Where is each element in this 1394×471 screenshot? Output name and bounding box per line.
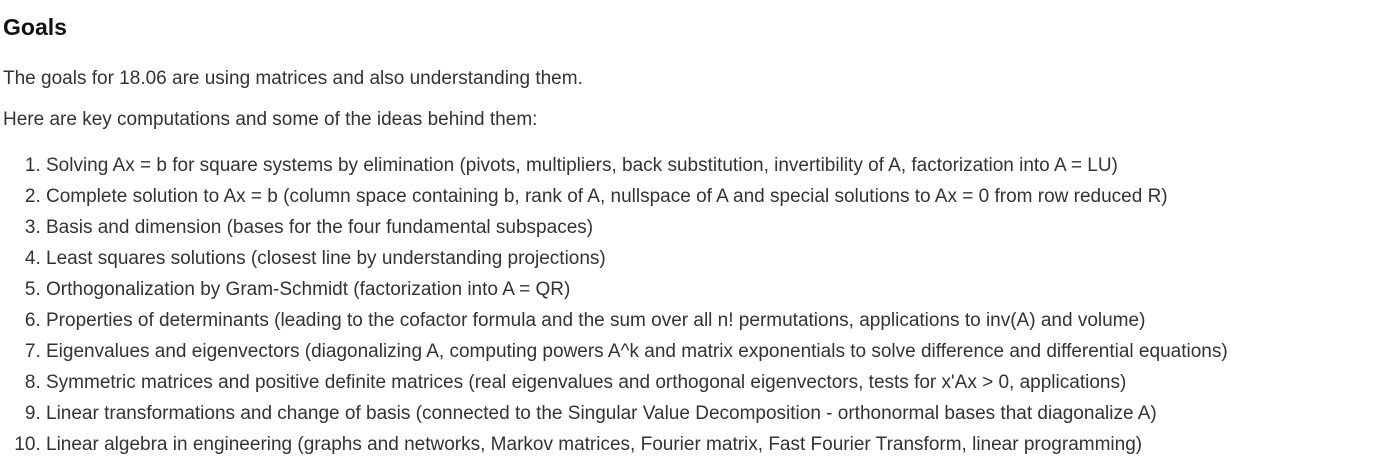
list-item: Linear transformations and change of bas… [46, 398, 1394, 429]
section-heading: Goals [3, 14, 67, 40]
lead-paragraph: Here are key computations and some of th… [3, 109, 538, 130]
intro-paragraph: The goals for 18.06 are using matrices a… [3, 68, 583, 89]
computations-list: Solving Ax = b for square systems by eli… [3, 150, 1394, 460]
list-item: Properties of determinants (leading to t… [46, 305, 1394, 336]
list-item: Complete solution to Ax = b (column spac… [46, 181, 1394, 212]
list-item: Orthogonalization by Gram-Schmidt (facto… [46, 274, 1394, 305]
list-item: Least squares solutions (closest line by… [46, 243, 1394, 274]
goals-section: Goals The goals for 18.06 are using matr… [0, 0, 1394, 460]
list-item: Symmetric matrices and positive definite… [46, 367, 1394, 398]
list-item: Eigenvalues and eigenvectors (diagonaliz… [46, 336, 1394, 367]
list-item: Basis and dimension (bases for the four … [46, 212, 1394, 243]
list-item: Linear algebra in engineering (graphs an… [46, 429, 1394, 460]
list-item: Solving Ax = b for square systems by eli… [46, 150, 1394, 181]
